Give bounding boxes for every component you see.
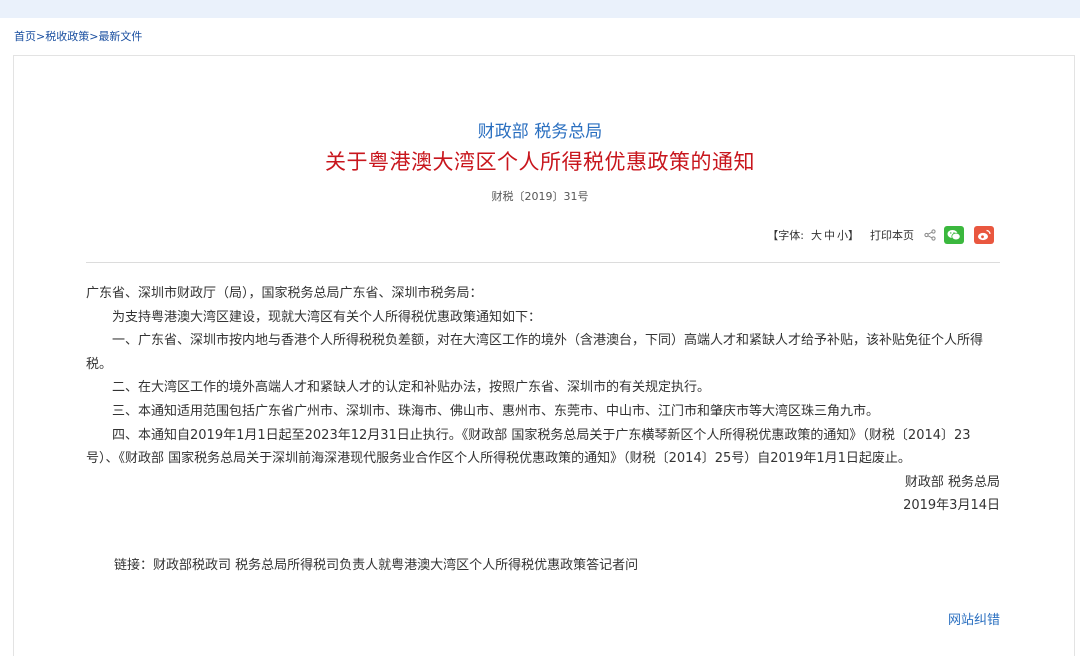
issue-date: 2019年3月14日 — [903, 498, 1000, 514]
weibo-icon[interactable] — [974, 226, 994, 244]
related-links: 链接：财政部税政司 税务总局所得税司负责人就粤港澳大湾区个人所得税优惠政策答记者… — [114, 554, 638, 573]
breadcrumb-separator: > — [36, 30, 46, 43]
breadcrumb-policy-link[interactable]: 税收政策 — [45, 30, 89, 43]
intro-paragraph: 为支持粤港澳大湾区建设，现就大湾区有关个人所得税优惠政策通知如下： — [112, 309, 542, 325]
breadcrumb: 首页>税收政策>最新文件 — [14, 30, 142, 44]
print-button[interactable]: 打印本页 — [870, 227, 914, 243]
article-toolbar: 【字体: 大 中 小】 打印本页 — [767, 224, 994, 246]
site-feedback-link[interactable]: 网站纠错 — [948, 609, 1000, 628]
paragraph-3: 三、本通知适用范围包括广东省广州市、深圳市、珠海市、佛山市、惠州市、东莞市、中山… — [112, 403, 880, 419]
related-links-label: 链接： — [114, 558, 154, 573]
article-body: 广东省、深圳市财政厅（局），国家税务总局广东省、深圳市税务局： 为支持粤港澳大湾… — [86, 282, 1000, 518]
document-number: 财税〔2019〕31号 — [491, 190, 589, 203]
font-size-large-button[interactable]: 大 — [811, 227, 822, 243]
wechat-icon[interactable] — [944, 226, 964, 244]
salutation: 广东省、深圳市财政厅（局），国家税务总局广东省、深圳市税务局： — [86, 286, 483, 301]
signature: 财政部 税务总局 — [904, 474, 1000, 490]
paragraph-4: 四、本通知自2019年1月1日起至2023年12月31日止执行。《财政部 国家税… — [86, 427, 971, 467]
paragraph-1: 一、广东省、深圳市按内地与香港个人所得税税负差额，对在大湾区工作的境外（含港澳台… — [86, 333, 984, 372]
font-size-small-button[interactable]: 小】 — [837, 227, 859, 243]
share-icon[interactable] — [924, 229, 936, 241]
top-bar — [0, 0, 1080, 18]
font-size-label: 【字体: — [767, 229, 804, 242]
article-title: 关于粤港澳大湾区个人所得税优惠政策的通知 — [325, 150, 755, 174]
font-size-medium-button[interactable]: 中 — [824, 227, 835, 243]
paragraph-2: 二、在大湾区工作的境外高端人才和紧缺人才的认定和补贴办法，按照广东省、深圳市的有… — [112, 380, 711, 396]
divider — [86, 262, 1000, 263]
breadcrumb-home-link[interactable]: 首页 — [14, 30, 36, 43]
article-issuer: 财政部 税务总局 — [477, 122, 603, 142]
breadcrumb-latest-link[interactable]: 最新文件 — [98, 30, 142, 43]
related-link[interactable]: 财政部税政司 税务总局所得税司负责人就粤港澳大湾区个人所得税优惠政策答记者问 — [153, 558, 638, 573]
